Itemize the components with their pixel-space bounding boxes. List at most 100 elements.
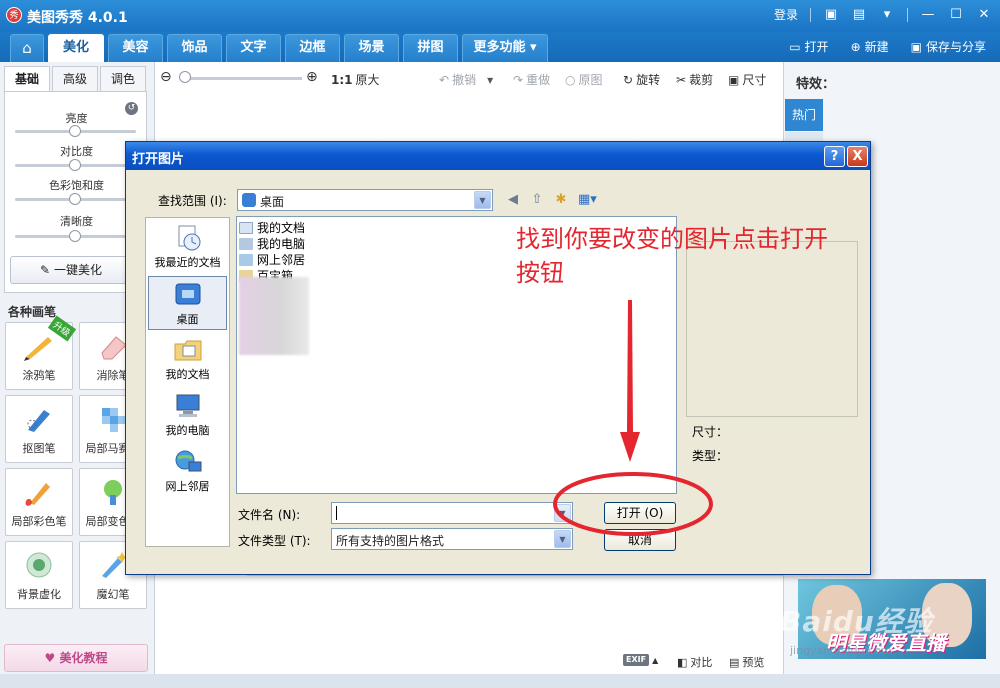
place-label: 我的文档 [165, 368, 210, 381]
brush-doodle[interactable]: 涂鸦笔 升级 [5, 315, 77, 390]
chevron-down-icon: ▾ [487, 72, 494, 87]
redo-button[interactable]: ↷ 重做 [513, 71, 550, 88]
new-folder-icon[interactable]: ✱ [552, 191, 570, 209]
brush-label: 涂鸦笔 [22, 369, 56, 382]
skin-icon[interactable]: ▤ [851, 7, 867, 23]
filename-input[interactable]: ▼ [331, 502, 573, 524]
ratio-label: 1:1 [331, 72, 353, 87]
save-share-label: 保存与分享 [925, 40, 986, 54]
chevron-down-icon[interactable]: ▼ [554, 530, 571, 548]
zoom-in-icon[interactable]: ⊕ [306, 69, 318, 85]
type-label: 类型： [692, 449, 729, 463]
back-icon[interactable]: ◀ [504, 191, 522, 209]
sharpness-knob[interactable] [69, 230, 81, 242]
open-image-dialog: 打开图片 ? X 查找范围 (I): 桌面 ▼ ◀ ⇧ ✱ ▦▾ 我最近的文档 … [125, 141, 871, 575]
preview-button[interactable]: ▤ 预览 [729, 654, 764, 670]
open-button[interactable]: ▭ 打开 [789, 38, 828, 55]
dialog-title-bar[interactable]: 打开图片 ? X [126, 142, 870, 170]
open-file-button[interactable]: 打开 (O) [604, 502, 676, 524]
place-my-computer[interactable]: 我的电脑 [148, 388, 227, 442]
file-item[interactable]: 网上邻居 [239, 251, 305, 268]
chevron-down-icon[interactable]: ▼ [474, 191, 491, 209]
original-size-button[interactable]: 1:1 原大 [331, 71, 380, 88]
rotate-button[interactable]: ↻ 旋转 [623, 71, 660, 88]
tab-scene[interactable]: 场景 [344, 34, 399, 62]
place-my-documents[interactable]: 我的文档 [148, 332, 227, 386]
saturation-knob[interactable] [69, 193, 81, 205]
brush-background-blur[interactable]: 背景虚化 [5, 541, 73, 609]
tab-hot[interactable]: 热门 [785, 99, 823, 131]
home-icon: ⌂ [22, 39, 32, 57]
original-button[interactable]: ○ 原图 [565, 71, 603, 88]
tab-face[interactable]: 美容 [108, 34, 163, 62]
tab-text[interactable]: 文字 [226, 34, 281, 62]
crop-button[interactable]: ✂ 裁剪 [676, 71, 713, 88]
tab-more[interactable]: 更多功能 ▾ [462, 34, 548, 62]
tab-accessories[interactable]: 饰品 [167, 34, 222, 62]
original-size-label: 原大 [355, 73, 380, 87]
tab-color[interactable]: 调色 [100, 66, 146, 92]
tab-beautify[interactable]: 美化 [48, 34, 104, 62]
triangle-icon: ▲ [652, 655, 659, 665]
minimize-icon[interactable]: — [920, 7, 936, 23]
help-button[interactable]: ? [824, 146, 845, 167]
undo-label: 撤销 [452, 73, 477, 87]
tab-frame[interactable]: 边框 [285, 34, 340, 62]
chevron-down-icon[interactable]: ▼ [554, 504, 571, 522]
place-network[interactable]: 网上邻居 [148, 444, 227, 498]
view-menu-icon[interactable]: ▦▾ [578, 191, 597, 209]
contrast-knob[interactable] [69, 159, 81, 171]
tutorial-button[interactable]: ♥ 美化教程 [4, 644, 148, 672]
undo-button[interactable]: ↶ 撤销 ▾ [439, 71, 493, 88]
file-item[interactable]: 我的电脑 [239, 235, 305, 252]
main-menu-bar: ⌂ 美化 美容 饰品 文字 边框 场景 拼图 更多功能 ▾ ▭ 打开 ⊕ 新建 ▣ 保… [0, 32, 1000, 62]
new-button[interactable]: ⊕ 新建 [851, 38, 889, 55]
brush-label: 抠图笔 [22, 442, 56, 455]
doodle-brush-icon [24, 337, 52, 361]
look-in-combo[interactable]: 桌面 ▼ [237, 189, 493, 211]
zoom-out-icon[interactable]: ⊖ [160, 69, 172, 85]
tab-collage[interactable]: 拼图 [403, 34, 458, 62]
cancel-button[interactable]: 取消 [604, 529, 676, 551]
zoom-knob[interactable] [179, 71, 191, 83]
exif-button[interactable]: EXIF ▲ [623, 654, 658, 666]
place-desktop[interactable]: 桌面 [148, 276, 227, 330]
app-logo-icon: 秀 [6, 7, 22, 23]
maximize-icon[interactable]: ☐ [948, 7, 964, 23]
dialog-close-button[interactable]: X [847, 146, 868, 167]
redo-label: 重做 [526, 73, 551, 87]
login-link[interactable]: 登录 [774, 6, 798, 23]
filetype-combo[interactable]: 所有支持的图片格式 ▼ [331, 528, 573, 550]
chevron-down-icon: ▾ [530, 40, 537, 55]
zoom-slider[interactable] [182, 77, 302, 80]
brush-cutout[interactable]: 抠图笔 [5, 395, 73, 463]
rotate-icon: ↻ [623, 72, 634, 87]
new-label: 新建 [864, 40, 889, 54]
brush-partial-color[interactable]: 局部彩色笔 [5, 468, 73, 536]
folder-icon: ▭ [789, 39, 801, 54]
tab-basic[interactable]: 基础 [4, 66, 50, 92]
redo-icon: ↷ [513, 72, 524, 87]
desktop-icon [242, 193, 256, 207]
one-key-beautify-button[interactable]: ✎ 一键美化 [10, 256, 132, 284]
preview-icon: ▤ [729, 655, 740, 669]
feedback-icon[interactable]: ▣ [823, 7, 839, 23]
compare-button[interactable]: ◧ 对比 [677, 654, 712, 670]
save-share-button[interactable]: ▣ 保存与分享 [911, 38, 986, 55]
place-recent[interactable]: 我最近的文档 [148, 220, 227, 274]
home-button[interactable]: ⌂ [10, 34, 44, 62]
brightness-knob[interactable] [69, 125, 81, 137]
up-folder-icon[interactable]: ⇧ [528, 191, 546, 209]
one-key-label: 一键美化 [53, 263, 102, 277]
look-in-label: 查找范围 (I): [158, 194, 227, 208]
menu-icon[interactable]: ▾ [879, 7, 895, 23]
close-icon[interactable]: ✕ [976, 7, 992, 23]
tab-advanced[interactable]: 高级 [52, 66, 98, 92]
edit-toolbar: ⊖ ⊕ 1:1 原大 ↶ 撤销 ▾ ↷ 重做 ○ 原图 ↻ 旋转 ✂ 裁剪 ▣ 尺寸 [157, 62, 782, 94]
blurred-files [239, 277, 309, 355]
filetype-label: 文件类型 (T): [238, 534, 311, 548]
resize-button[interactable]: ▣ 尺寸 [728, 71, 766, 88]
recent-documents-icon [178, 225, 200, 251]
place-label: 我最近的文档 [154, 256, 221, 269]
file-item[interactable]: 我的文档 [239, 219, 305, 236]
